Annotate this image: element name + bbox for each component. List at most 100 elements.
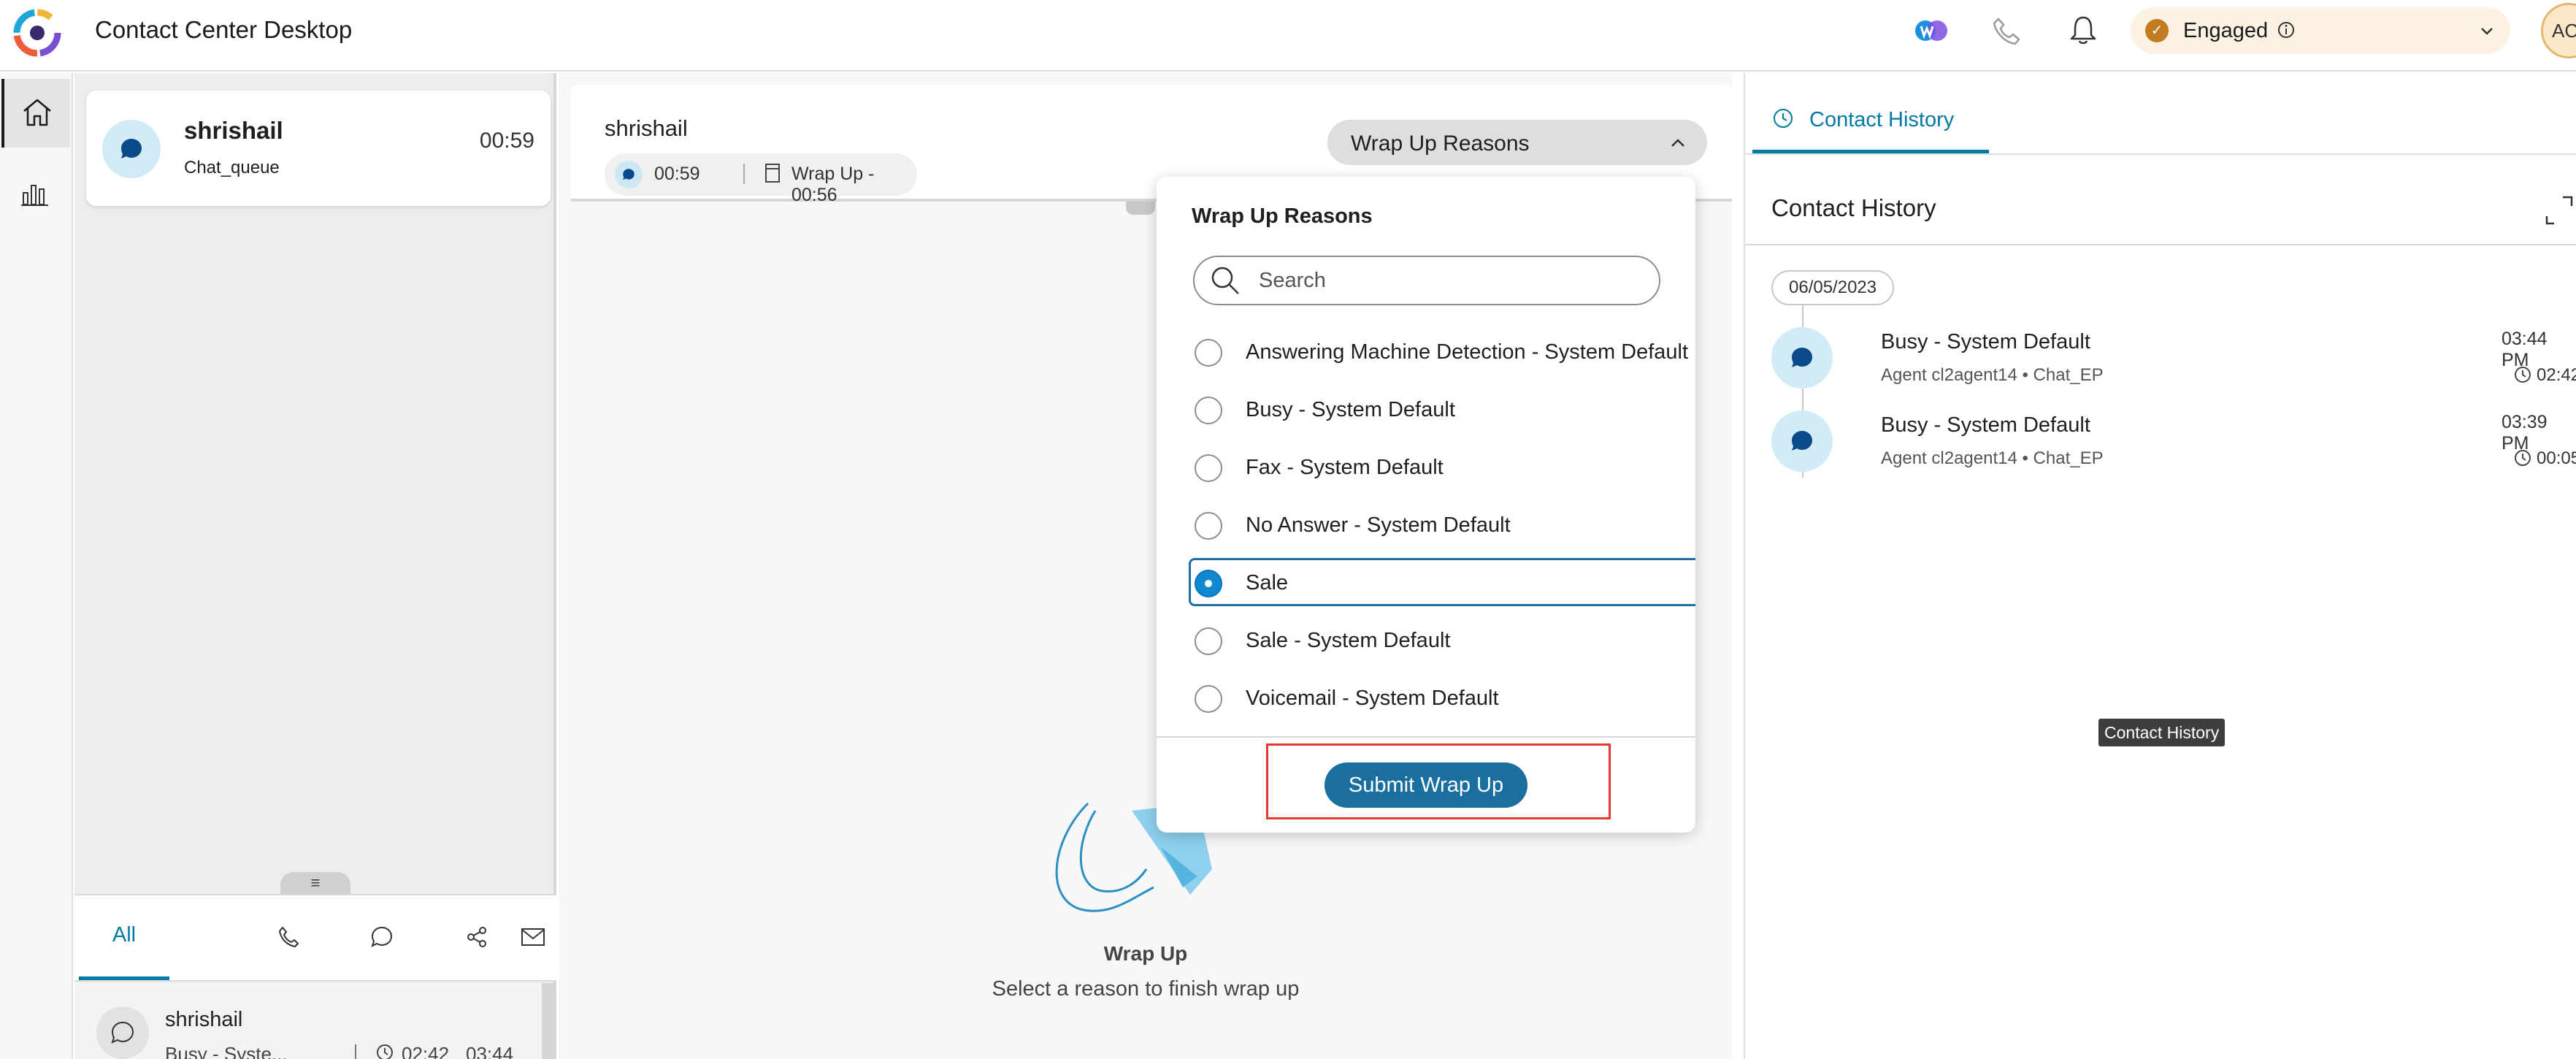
panel-drag-handle[interactable]: ≡ <box>280 872 350 894</box>
wrap-reason-option-selected[interactable]: Sale <box>1189 558 1695 606</box>
filter-tab-social[interactable] <box>432 895 523 980</box>
task-timer: 00:59 <box>479 129 534 153</box>
nav-analytics[interactable] <box>0 167 73 225</box>
contact-history-item[interactable]: Busy - System Default Agent cl2agent14 •… <box>1771 327 2576 397</box>
wrap-reason-option[interactable]: Answering Machine Detection - System Def… <box>1189 327 1695 375</box>
divider <box>355 1044 356 1059</box>
wrap-up-empty-title: Wrap Up <box>1103 942 1188 965</box>
divider <box>1745 244 2576 245</box>
phone-icon <box>279 927 299 947</box>
radio-button-checked[interactable] <box>1195 570 1222 597</box>
radio-button[interactable] <box>1195 339 1222 367</box>
filter-tab-email[interactable] <box>521 895 556 980</box>
app-logo-icon <box>13 9 61 57</box>
agent-state-dropdown[interactable]: ✓ Engaged <box>2131 7 2510 54</box>
wrap-reason-label: Sale <box>1246 571 1289 595</box>
radio-button[interactable] <box>1195 454 1222 482</box>
customer-name: shrishail <box>605 115 688 141</box>
radio-button[interactable] <box>1195 512 1222 540</box>
active-task-card[interactable]: shrishail Chat_queue 00:59 <box>86 91 551 206</box>
chat-status-icon <box>615 161 643 188</box>
history-item-subtitle: Agent cl2agent14 • Chat_EP <box>1881 365 2104 385</box>
submit-wrap-up-button[interactable]: Submit Wrap Up <box>1325 762 1527 808</box>
wrap-up-reasons-dropdown: Wrap Up Reasons Answering Machine Detect… <box>1157 177 1695 833</box>
left-navigation <box>0 73 73 1059</box>
contact-history-title: Contact History <box>1771 194 1936 221</box>
chat-bubble-icon <box>371 926 393 947</box>
history-item-duration: 02:42 <box>402 1043 450 1059</box>
app-title: Contact Center Desktop <box>95 16 353 43</box>
chat-task-avatar <box>102 120 161 178</box>
wrap-up-icon <box>765 164 780 183</box>
info-icon <box>2278 22 2294 38</box>
wrap-reason-label: Fax - System Default <box>1246 456 1444 479</box>
clock-icon <box>2515 367 2531 383</box>
history-item-time: 03:44 PM <box>466 1043 514 1059</box>
history-item-title: Busy - System Default <box>1881 330 2090 353</box>
email-icon <box>521 928 545 946</box>
task-list-panel: shrishail Chat_queue 00:59 ≡ All shrisha… <box>74 73 556 1059</box>
history-item-duration: 00:05 <box>2537 448 2576 468</box>
wrap-reason-option[interactable]: Fax - System Default <box>1189 443 1695 491</box>
filter-tab-voice[interactable] <box>242 895 333 980</box>
divider <box>1745 153 2576 155</box>
wrap-reason-option[interactable]: No Answer - System Default <box>1189 500 1695 548</box>
history-item-duration: 02:42 <box>2537 365 2576 385</box>
chat-timer: 00:59 <box>654 164 700 184</box>
bell-icon[interactable] <box>2066 13 2100 47</box>
history-scrollbar[interactable] <box>542 983 555 1059</box>
history-list: shrishail Busy - Syste... 02:42 03:44 PM <box>74 983 542 1059</box>
task-queue-name: Chat_queue <box>184 158 280 177</box>
wrap-reason-label: Answering Machine Detection - System Def… <box>1246 340 1689 364</box>
wrap-up-reasons-button[interactable]: Wrap Up Reasons <box>1327 120 1707 165</box>
chat-bubble-icon <box>111 1021 134 1044</box>
wrap-reason-option[interactable]: Busy - System Default <box>1189 385 1695 433</box>
radio-button[interactable] <box>1195 627 1222 655</box>
chat-bubble-icon <box>1792 431 1812 451</box>
history-date-chip: 06/05/2023 <box>1771 270 1895 305</box>
header-collapse-handle[interactable] <box>1126 202 1155 215</box>
filter-tab-chat[interactable] <box>337 895 428 980</box>
history-item-subtitle: Agent cl2agent14 • Chat_EP <box>1881 448 2104 468</box>
wrap-up-timer: Wrap Up - 00:56 <box>791 164 875 205</box>
history-item-reason: Busy - Syste... <box>165 1043 288 1059</box>
wrap-up-empty-subtitle: Select a reason to finish wrap up <box>992 977 1300 1001</box>
bar-chart-icon <box>21 185 48 206</box>
clock-icon <box>377 1044 393 1059</box>
filter-tab-all[interactable]: All <box>79 895 169 980</box>
tab-contact-history-label: Contact History <box>1809 108 1955 131</box>
contact-history-item[interactable]: Busy - System Default Agent cl2agent14 •… <box>1771 410 2576 481</box>
wrap-reason-option[interactable]: Voicemail - System Default <box>1189 673 1695 722</box>
nav-home[interactable] <box>1 79 70 148</box>
agent-state-label: Engaged <box>2183 19 2269 42</box>
chat-history-avatar <box>1771 327 1833 389</box>
wrap-reason-option[interactable]: Sale - System Default <box>1189 616 1695 664</box>
wrap-reason-label: Busy - System Default <box>1246 398 1455 421</box>
radio-button[interactable] <box>1195 397 1222 424</box>
wrap-up-reasons-button-label: Wrap Up Reasons <box>1351 131 1530 156</box>
chat-bubble-icon <box>1792 348 1812 367</box>
divider <box>1157 736 1695 738</box>
expand-icon[interactable] <box>2542 194 2575 226</box>
task-customer-name: shrishail <box>184 117 283 144</box>
webex-app-icon[interactable] <box>1913 16 1950 45</box>
engaged-status-icon: ✓ <box>2145 19 2169 42</box>
contact-history-panel: Contact History Contact History 06/05/20… <box>1744 73 2576 1059</box>
task-status-chip: 00:59 Wrap Up - 00:56 <box>605 153 917 205</box>
history-filter-tabs: All <box>74 894 556 982</box>
radio-button[interactable] <box>1195 685 1222 713</box>
top-bar: Contact Center Desktop ✓ Engaged AC <box>0 0 2576 72</box>
wrap-up-search-input[interactable] <box>1193 256 1660 305</box>
history-item-name: shrishail <box>165 1008 243 1031</box>
wrap-reason-label: Voicemail - System Default <box>1246 687 1499 710</box>
search-icon <box>1211 267 1239 294</box>
home-icon <box>23 99 51 126</box>
phone-icon[interactable] <box>1990 15 2023 48</box>
user-avatar[interactable]: AC <box>2541 3 2576 58</box>
filter-tab-all-label: All <box>112 923 137 947</box>
divider <box>743 164 745 184</box>
chevron-up-icon <box>1671 139 1684 147</box>
chat-history-avatar <box>1771 410 1833 472</box>
history-list-item[interactable]: shrishail Busy - Syste... 02:42 03:44 PM <box>74 983 542 1059</box>
chevron-down-icon <box>2481 28 2493 35</box>
